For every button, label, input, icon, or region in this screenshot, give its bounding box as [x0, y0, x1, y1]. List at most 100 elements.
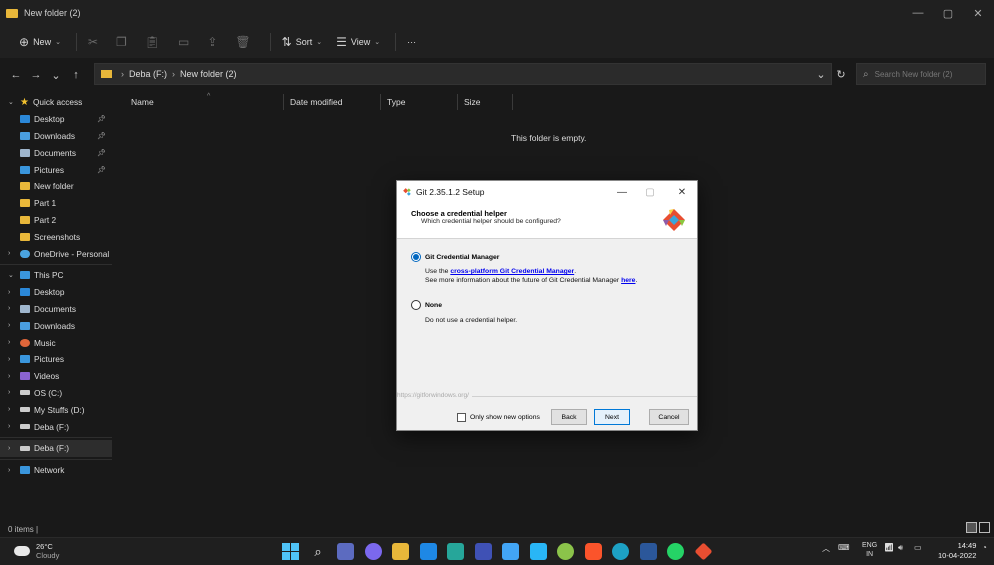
- sidebar-item-downloads[interactable]: Downloads 📌︎: [0, 128, 112, 145]
- sidebar-item-new-folder[interactable]: New folder: [0, 178, 112, 195]
- copy-button[interactable]: ❐: [111, 31, 136, 53]
- radio-none[interactable]: None: [411, 299, 685, 311]
- minimize-button[interactable]: —: [904, 0, 932, 26]
- forward-arrow-icon[interactable]: →: [26, 69, 46, 81]
- view-button[interactable]: ☰ View ⌄: [331, 31, 385, 53]
- brave-browser-icon[interactable]: [584, 543, 602, 560]
- region-code: IN: [866, 551, 874, 558]
- search-input[interactable]: ⌕ Search New folder (2): [856, 63, 986, 85]
- back-arrow-icon[interactable]: ←: [6, 69, 26, 81]
- language-indicator[interactable]: ENG IN: [862, 541, 877, 559]
- sidebar-item-downloads[interactable]: › Downloads: [0, 317, 112, 334]
- sidebar-item-pictures[interactable]: Pictures 📌︎: [0, 161, 112, 178]
- only-new-options-checkbox[interactable]: Only show new options: [457, 410, 540, 424]
- maximize-button[interactable]: ▢: [934, 0, 962, 26]
- paste-button[interactable]: 📋︎: [140, 31, 169, 53]
- photos-icon[interactable]: [474, 543, 492, 560]
- show-hidden-icons-chevron-icon[interactable]: ︿: [822, 543, 830, 554]
- cut-button[interactable]: ✂: [83, 31, 107, 53]
- sidebar-item-deba-drive[interactable]: › Deba (F:): [0, 439, 112, 457]
- breadcrumb-drive[interactable]: Deba (F:): [129, 69, 167, 79]
- here-link[interactable]: here: [621, 277, 635, 284]
- gitforwindows-link[interactable]: https://gitforwindows.org/: [397, 392, 472, 399]
- cancel-button[interactable]: Cancel: [649, 409, 689, 425]
- column-date-modified[interactable]: Date modified: [290, 94, 342, 110]
- address-bar[interactable]: › Deba (F:) › New folder (2): [94, 63, 832, 85]
- gallery-icon[interactable]: [529, 543, 547, 560]
- weather-widget[interactable]: 26°C Cloudy: [14, 542, 59, 560]
- sidebar-item-this-pc[interactable]: ⌄ This PC: [0, 267, 112, 284]
- sidebar-item-screenshots[interactable]: Screenshots: [0, 228, 112, 245]
- edge-browser-icon[interactable]: [612, 543, 629, 560]
- mail-icon[interactable]: [502, 543, 519, 560]
- checkbox-label: Only show new options: [470, 413, 540, 421]
- column-divider[interactable]: [283, 94, 284, 110]
- sidebar-item-quick-access[interactable]: ⌄ ★ Quick access: [0, 94, 112, 111]
- sidebar-item-desktop[interactable]: Desktop 📌︎: [0, 111, 112, 128]
- sidebar-item-music[interactable]: › Music: [0, 334, 112, 351]
- dialog-minimize-button[interactable]: —: [609, 181, 635, 203]
- dialog-maximize-button[interactable]: ▢: [637, 181, 663, 203]
- sidebar-item-documents[interactable]: › Documents: [0, 301, 112, 318]
- close-button[interactable]: ✕: [964, 0, 992, 26]
- view-icon: ☰: [336, 35, 347, 49]
- store-icon[interactable]: [419, 543, 437, 560]
- sidebar-item-os-c[interactable]: › OS (C:): [0, 385, 112, 402]
- sidebar-label: Pictures: [34, 164, 64, 175]
- sidebar-item-documents[interactable]: Documents 📌︎: [0, 144, 112, 161]
- breadcrumb-folder[interactable]: New folder (2): [180, 69, 237, 79]
- recent-chevron-icon[interactable]: ⌄: [46, 69, 66, 82]
- sidebar-item-network[interactable]: › Network: [0, 462, 112, 479]
- new-button[interactable]: ⊕ New ⌄: [14, 31, 66, 53]
- battery-icon[interactable]: ▭: [914, 543, 922, 552]
- delete-button[interactable]: 🗑︎: [230, 31, 259, 53]
- git-gui-icon[interactable]: [557, 543, 574, 560]
- next-button[interactable]: Next: [594, 409, 630, 425]
- sidebar-item-deba-f[interactable]: › Deba (F:): [0, 418, 112, 435]
- rename-button[interactable]: ▭: [173, 31, 198, 53]
- column-divider[interactable]: [380, 94, 381, 110]
- keyboard-icon[interactable]: ⌨: [838, 543, 850, 552]
- column-name[interactable]: Name: [131, 94, 154, 110]
- drive-app-icon[interactable]: [447, 543, 464, 560]
- git-setup-icon[interactable]: [693, 542, 713, 561]
- volume-icon[interactable]: 🔊︎: [898, 543, 903, 553]
- sidebar-item-part-1[interactable]: Part 1: [0, 195, 112, 212]
- chat-icon[interactable]: [364, 543, 382, 560]
- chevron-right-icon: ›: [8, 339, 11, 347]
- sidebar-label: Downloads: [34, 320, 76, 331]
- sidebar-item-desktop[interactable]: › Desktop: [0, 284, 112, 301]
- details-view-icon[interactable]: [966, 522, 977, 533]
- more-options-button[interactable]: ···: [402, 31, 421, 53]
- column-divider[interactable]: [457, 94, 458, 110]
- notification-icon[interactable]: ◔: [982, 543, 987, 552]
- sidebar-item-pictures[interactable]: › Pictures: [0, 351, 112, 368]
- column-size[interactable]: Size: [464, 94, 481, 110]
- sidebar-label: New folder: [34, 181, 74, 192]
- sort-button[interactable]: ⇅ Sort ⌄: [277, 31, 327, 53]
- address-history-chevron-icon[interactable]: ⌄: [812, 63, 830, 85]
- tiles-view-icon[interactable]: [979, 522, 990, 533]
- sidebar-item-my-stuffs-d[interactable]: › My Stuffs (D:): [0, 401, 112, 418]
- search-icon[interactable]: ⌕: [310, 543, 327, 560]
- dialog-close-button[interactable]: ✕: [669, 181, 695, 203]
- clock[interactable]: 14:49 10-04-2022: [938, 541, 976, 561]
- back-button[interactable]: Back: [551, 409, 587, 425]
- sidebar-item-onedrive[interactable]: › OneDrive - Personal: [0, 245, 112, 262]
- word-icon[interactable]: [639, 543, 657, 560]
- sidebar-item-videos[interactable]: › Videos: [0, 368, 112, 385]
- whatsapp-icon[interactable]: [667, 543, 684, 560]
- share-button[interactable]: ⇪: [202, 31, 226, 53]
- radio-git-credential-manager[interactable]: Git Credential Manager: [411, 251, 685, 263]
- file-explorer-icon[interactable]: [392, 543, 409, 560]
- chevron-right-icon: ›: [8, 250, 11, 258]
- task-view-icon[interactable]: [337, 543, 354, 560]
- gcm-link[interactable]: cross-platform Git Credential Manager: [450, 268, 574, 275]
- start-windows-icon[interactable]: [282, 543, 299, 560]
- sidebar-item-part-2[interactable]: Part 2: [0, 212, 112, 229]
- wifi-icon[interactable]: 📶︎: [884, 543, 894, 552]
- up-arrow-icon[interactable]: ↑: [66, 69, 86, 81]
- column-type[interactable]: Type: [387, 94, 405, 110]
- refresh-icon[interactable]: ↻: [832, 63, 850, 85]
- column-divider[interactable]: [512, 94, 513, 110]
